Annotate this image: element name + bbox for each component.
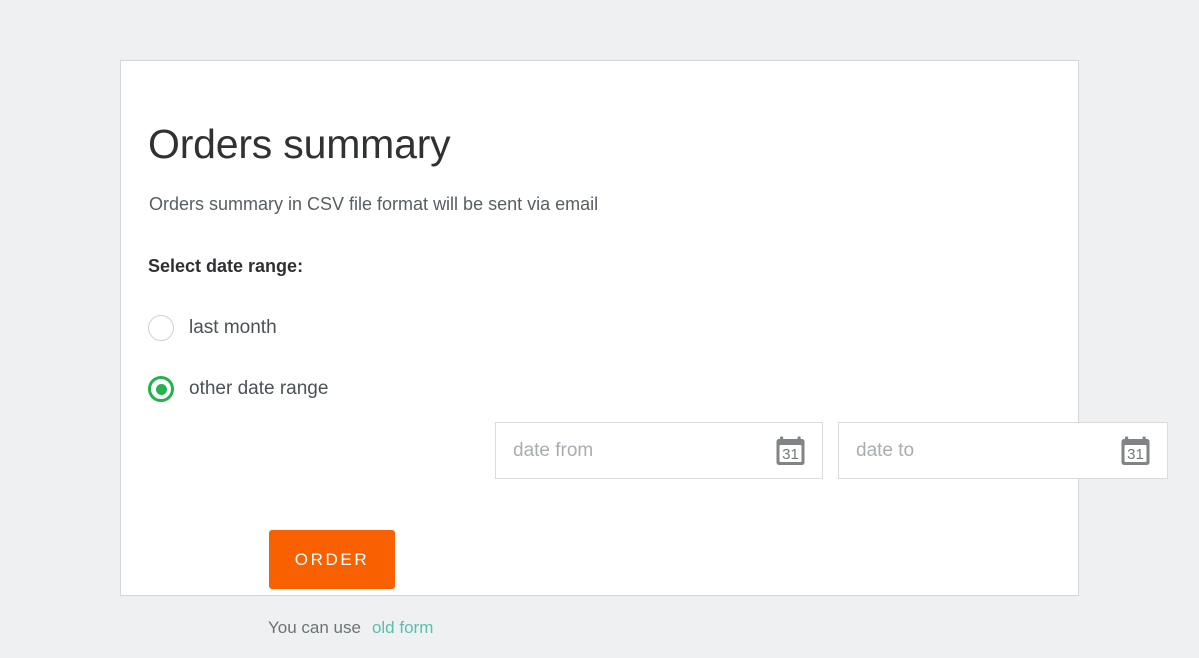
footer-note-text: You can use [268, 618, 361, 637]
page-title: Orders summary [148, 121, 451, 168]
date-range-legend: Select date range: [148, 256, 304, 276]
radio-other-date-range-label[interactable]: other date range [189, 378, 328, 400]
orders-summary-card: Orders summary Orders summary in CSV fil… [120, 60, 1168, 637]
radio-other-date-range-control[interactable] [148, 376, 174, 402]
calendar-icon[interactable]: 31 [775, 436, 806, 466]
date-from-input[interactable] [496, 423, 822, 478]
date-from-field[interactable]: 31 [495, 422, 823, 479]
footer-note: You can use old form [268, 618, 433, 638]
radio-last-month-label[interactable]: last month [189, 317, 277, 339]
old-form-link[interactable]: old form [372, 618, 433, 637]
radio-option-other-date-range[interactable]: other date range [148, 373, 328, 405]
calendar-icon[interactable]: 31 [1120, 436, 1151, 466]
svg-text:31: 31 [782, 446, 799, 463]
svg-text:31: 31 [1127, 446, 1144, 463]
page-root: Orders summary Orders summary in CSV fil… [0, 0, 1199, 658]
order-button[interactable]: ORDER [269, 530, 395, 589]
page-subtitle: Orders summary in CSV file format will b… [149, 194, 599, 214]
date-to-field[interactable]: 31 [838, 422, 1168, 479]
radio-last-month-control[interactable] [148, 315, 174, 341]
date-to-input[interactable] [839, 423, 1167, 478]
radio-option-last-month[interactable]: last month [148, 312, 277, 344]
